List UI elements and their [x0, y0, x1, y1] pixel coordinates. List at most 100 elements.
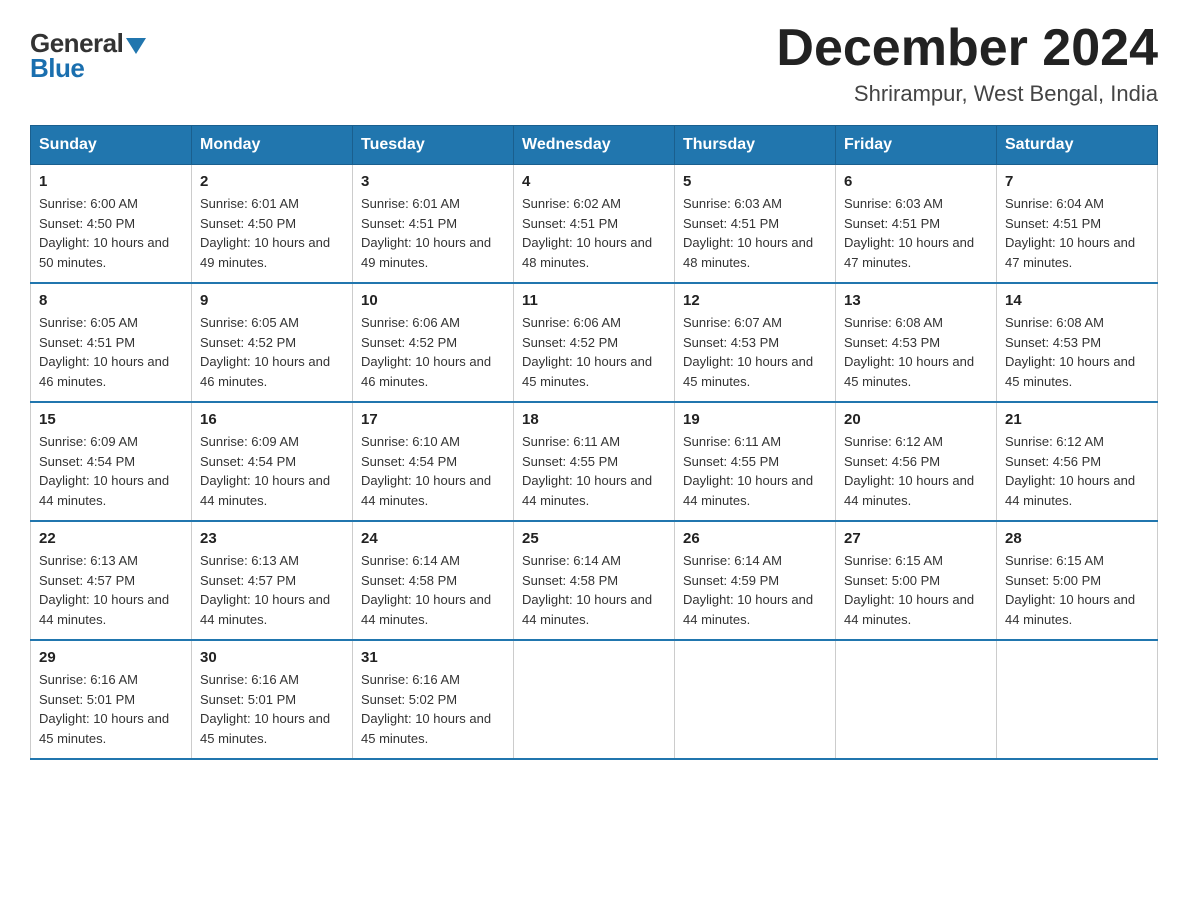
day-number: 30 — [200, 649, 344, 666]
day-info: Sunrise: 6:09 AMSunset: 4:54 PMDaylight:… — [39, 434, 169, 508]
day-info: Sunrise: 6:16 AMSunset: 5:02 PMDaylight:… — [361, 672, 491, 746]
table-row: 29 Sunrise: 6:16 AMSunset: 5:01 PMDayligh… — [31, 640, 192, 759]
table-row: 5 Sunrise: 6:03 AMSunset: 4:51 PMDaylight… — [675, 165, 836, 284]
location-title: Shrirampur, West Bengal, India — [776, 81, 1158, 107]
table-row: 6Sunrise: 6:03 AMSunset: 4:51 PMDaylight… — [836, 165, 997, 284]
day-number: 3 — [361, 173, 505, 190]
table-row — [675, 640, 836, 759]
day-number: 20 — [844, 411, 988, 428]
day-info: Sunrise: 6:12 AMSunset: 4:56 PMDaylight:… — [844, 434, 974, 508]
day-info: Sunrise: 6:08 AMSunset: 4:53 PMDaylight:… — [844, 315, 974, 389]
day-number: 26 — [683, 530, 827, 547]
table-row: 4 Sunrise: 6:02 AMSunset: 4:51 PMDaylight… — [514, 165, 675, 284]
table-row: 24Sunrise: 6:14 AMSunset: 4:58 PMDayligh… — [353, 521, 514, 640]
day-number: 2 — [200, 173, 344, 190]
col-saturday: Saturday — [997, 126, 1158, 165]
table-row: 7 Sunrise: 6:04 AMSunset: 4:51 PMDaylight… — [997, 165, 1158, 284]
day-info: Sunrise: 6:06 AMSunset: 4:52 PMDaylight:… — [361, 315, 491, 389]
table-row: 1 Sunrise: 6:00 AMSunset: 4:50 PMDaylight… — [31, 165, 192, 284]
day-info: Sunrise: 6:01 AMSunset: 4:50 PMDaylight:… — [200, 196, 330, 270]
calendar-table: Sunday Monday Tuesday Wednesday Thursday… — [30, 125, 1158, 760]
day-number: 18 — [522, 411, 666, 428]
table-row: 26 Sunrise: 6:14 AMSunset: 4:59 PMDayligh… — [675, 521, 836, 640]
table-row: 28 Sunrise: 6:15 AMSunset: 5:00 PMDayligh… — [997, 521, 1158, 640]
col-monday: Monday — [192, 126, 353, 165]
day-number: 19 — [683, 411, 827, 428]
day-info: Sunrise: 6:13 AMSunset: 4:57 PMDaylight:… — [39, 553, 169, 627]
day-info: Sunrise: 6:05 AMSunset: 4:52 PMDaylight:… — [200, 315, 330, 389]
table-row: 22 Sunrise: 6:13 AMSunset: 4:57 PMDayligh… — [31, 521, 192, 640]
table-row: 23 Sunrise: 6:13 AMSunset: 4:57 PMDayligh… — [192, 521, 353, 640]
table-row: 9Sunrise: 6:05 AMSunset: 4:52 PMDaylight… — [192, 283, 353, 402]
day-number: 31 — [361, 649, 505, 666]
day-number: 5 — [683, 173, 827, 190]
logo: General Blue — [30, 28, 146, 84]
day-number: 1 — [39, 173, 183, 190]
day-info: Sunrise: 6:03 AMSunset: 4:51 PMDaylight:… — [683, 196, 813, 270]
day-number: 11 — [522, 292, 666, 309]
table-row: 13 Sunrise: 6:08 AMSunset: 4:53 PMDayligh… — [836, 283, 997, 402]
day-info: Sunrise: 6:07 AMSunset: 4:53 PMDaylight:… — [683, 315, 813, 389]
table-row: 25Sunrise: 6:14 AMSunset: 4:58 PMDayligh… — [514, 521, 675, 640]
calendar-week-row: 29 Sunrise: 6:16 AMSunset: 5:01 PMDayligh… — [31, 640, 1158, 759]
day-info: Sunrise: 6:08 AMSunset: 4:53 PMDaylight:… — [1005, 315, 1135, 389]
day-info: Sunrise: 6:02 AMSunset: 4:51 PMDaylight:… — [522, 196, 652, 270]
table-row: 21 Sunrise: 6:12 AMSunset: 4:56 PMDayligh… — [997, 402, 1158, 521]
day-number: 4 — [522, 173, 666, 190]
table-row: 30 Sunrise: 6:16 AMSunset: 5:01 PMDayligh… — [192, 640, 353, 759]
day-number: 23 — [200, 530, 344, 547]
calendar-week-row: 8Sunrise: 6:05 AMSunset: 4:51 PMDaylight… — [31, 283, 1158, 402]
calendar-header-row: Sunday Monday Tuesday Wednesday Thursday… — [31, 126, 1158, 165]
day-number: 22 — [39, 530, 183, 547]
day-info: Sunrise: 6:01 AMSunset: 4:51 PMDaylight:… — [361, 196, 491, 270]
col-friday: Friday — [836, 126, 997, 165]
table-row: 18 Sunrise: 6:11 AMSunset: 4:55 PMDayligh… — [514, 402, 675, 521]
table-row: 8Sunrise: 6:05 AMSunset: 4:51 PMDaylight… — [31, 283, 192, 402]
table-row: 12Sunrise: 6:07 AMSunset: 4:53 PMDayligh… — [675, 283, 836, 402]
day-info: Sunrise: 6:09 AMSunset: 4:54 PMDaylight:… — [200, 434, 330, 508]
day-number: 29 — [39, 649, 183, 666]
day-number: 28 — [1005, 530, 1149, 547]
day-info: Sunrise: 6:11 AMSunset: 4:55 PMDaylight:… — [522, 434, 652, 508]
day-number: 25 — [522, 530, 666, 547]
day-number: 27 — [844, 530, 988, 547]
day-number: 17 — [361, 411, 505, 428]
table-row: 27 Sunrise: 6:15 AMSunset: 5:00 PMDayligh… — [836, 521, 997, 640]
day-number: 13 — [844, 292, 988, 309]
day-info: Sunrise: 6:14 AMSunset: 4:59 PMDaylight:… — [683, 553, 813, 627]
table-row: 10 Sunrise: 6:06 AMSunset: 4:52 PMDayligh… — [353, 283, 514, 402]
page-header: General Blue December 2024 Shrirampur, W… — [30, 20, 1158, 107]
day-number: 7 — [1005, 173, 1149, 190]
day-info: Sunrise: 6:06 AMSunset: 4:52 PMDaylight:… — [522, 315, 652, 389]
logo-blue-text: Blue — [30, 53, 84, 84]
table-row: 2 Sunrise: 6:01 AMSunset: 4:50 PMDaylight… — [192, 165, 353, 284]
col-sunday: Sunday — [31, 126, 192, 165]
day-info: Sunrise: 6:00 AMSunset: 4:50 PMDaylight:… — [39, 196, 169, 270]
day-number: 15 — [39, 411, 183, 428]
day-info: Sunrise: 6:16 AMSunset: 5:01 PMDaylight:… — [39, 672, 169, 746]
calendar-week-row: 1 Sunrise: 6:00 AMSunset: 4:50 PMDaylight… — [31, 165, 1158, 284]
calendar-week-row: 15 Sunrise: 6:09 AMSunset: 4:54 PMDayligh… — [31, 402, 1158, 521]
table-row — [836, 640, 997, 759]
table-row: 17Sunrise: 6:10 AMSunset: 4:54 PMDayligh… — [353, 402, 514, 521]
day-info: Sunrise: 6:15 AMSunset: 5:00 PMDaylight:… — [844, 553, 974, 627]
day-number: 16 — [200, 411, 344, 428]
day-info: Sunrise: 6:15 AMSunset: 5:00 PMDaylight:… — [1005, 553, 1135, 627]
day-info: Sunrise: 6:14 AMSunset: 4:58 PMDaylight:… — [361, 553, 491, 627]
month-title: December 2024 — [776, 20, 1158, 77]
table-row — [514, 640, 675, 759]
col-wednesday: Wednesday — [514, 126, 675, 165]
day-number: 6 — [844, 173, 988, 190]
day-info: Sunrise: 6:11 AMSunset: 4:55 PMDaylight:… — [683, 434, 813, 508]
day-number: 10 — [361, 292, 505, 309]
day-number: 21 — [1005, 411, 1149, 428]
day-info: Sunrise: 6:12 AMSunset: 4:56 PMDaylight:… — [1005, 434, 1135, 508]
table-row: 20 Sunrise: 6:12 AMSunset: 4:56 PMDayligh… — [836, 402, 997, 521]
day-info: Sunrise: 6:04 AMSunset: 4:51 PMDaylight:… — [1005, 196, 1135, 270]
day-info: Sunrise: 6:16 AMSunset: 5:01 PMDaylight:… — [200, 672, 330, 746]
col-thursday: Thursday — [675, 126, 836, 165]
day-info: Sunrise: 6:05 AMSunset: 4:51 PMDaylight:… — [39, 315, 169, 389]
table-row: 19 Sunrise: 6:11 AMSunset: 4:55 PMDayligh… — [675, 402, 836, 521]
day-info: Sunrise: 6:13 AMSunset: 4:57 PMDaylight:… — [200, 553, 330, 627]
table-row: 15 Sunrise: 6:09 AMSunset: 4:54 PMDayligh… — [31, 402, 192, 521]
